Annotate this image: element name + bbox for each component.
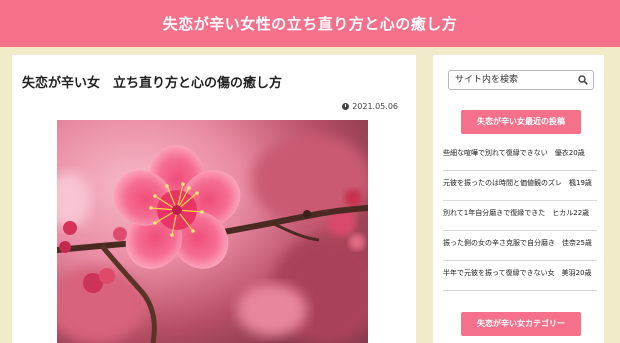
recent-post-link[interactable]: 些細な喧嘩で別れて復縁できない 優衣20歳 [443,148,597,158]
post-date-text: 2021.05.06 [352,102,398,111]
category-heading: 失恋が辛い女カテゴリー [461,312,581,336]
search-input[interactable] [449,71,575,89]
list-item: 振った側の女の辛さ克服で自分磨き 佳奈25歳 [443,231,597,261]
recent-post-link[interactable]: 別れて1年自分磨きで復縁できた ヒカル22歳 [443,208,597,218]
recent-posts-list: 些細な喧嘩で別れて復縁できない 優衣20歳 元彼を振ったのは時間と価値観のズレ … [443,141,597,291]
list-item: 元彼を振ったのは時間と価値観のズレ 楓19歳 [443,171,597,201]
sidebar: 失恋が辛い女最近の投稿 些細な喧嘩で別れて復縁できない 優衣20歳 元彼を振った… [433,55,604,343]
clock-icon [342,103,350,110]
post-date: 2021.05.06 [342,102,398,111]
main-content: 失恋が辛い女 立ち直り方と心の傷の癒し方 2021.05.06 [12,55,416,343]
site-header: 失恋が辛い女性の立ち直り方と心の癒し方 [0,0,620,47]
search-icon[interactable] [578,75,588,85]
recent-post-link[interactable]: 振った側の女の辛さ克服で自分磨き 佳奈25歳 [443,238,597,248]
plum-blossom-image [57,120,368,343]
recent-posts-heading: 失恋が辛い女最近の投稿 [461,110,581,134]
search-box [448,70,594,90]
post-title: 失恋が辛い女 立ち直り方と心の傷の癒し方 [22,76,283,91]
hero-image [57,120,368,343]
recent-post-link[interactable]: 元彼を振ったのは時間と価値観のズレ 楓19歳 [443,178,597,188]
recent-post-link[interactable]: 半年で元彼を振って復縁できない女 美羽20歳 [443,268,597,278]
list-item: 別れて1年自分磨きで復縁できた ヒカル22歳 [443,201,597,231]
site-title[interactable]: 失恋が辛い女性の立ち直り方と心の癒し方 [0,13,620,34]
list-item: 些細な喧嘩で別れて復縁できない 優衣20歳 [443,141,597,171]
list-item: 半年で元彼を振って復縁できない女 美羽20歳 [443,261,597,291]
